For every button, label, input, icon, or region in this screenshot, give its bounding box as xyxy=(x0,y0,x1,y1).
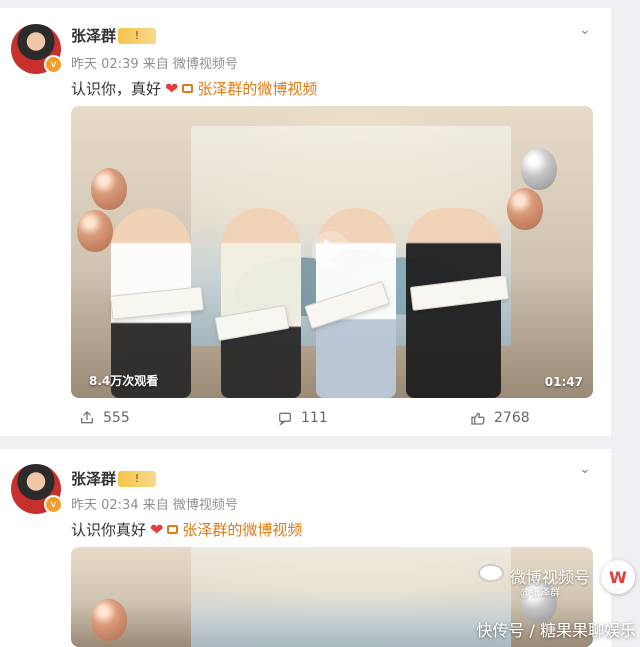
floating-action-button[interactable]: W xyxy=(601,560,635,594)
post-body: 认识你真好 xyxy=(71,521,147,539)
vip-badge: ! xyxy=(118,28,156,44)
video-icon xyxy=(182,84,194,93)
watermark-sub: @张泽群 xyxy=(520,588,560,599)
post-body: 认识你，真好 xyxy=(71,80,162,98)
post-meta: 昨天 02:34 来自 微博视频号 xyxy=(71,494,238,513)
bottom-watermark: 快传号 / 糖果果聊娱乐 xyxy=(476,621,636,640)
verified-badge-icon: v xyxy=(44,55,63,74)
comment-button[interactable]: 111 xyxy=(277,410,328,426)
post-meta: 昨天 02:39 来自 微博视频号 xyxy=(71,53,238,72)
post-time[interactable]: 昨天 02:34 xyxy=(71,498,139,513)
post-card: v 张泽群 ! 昨天 02:39 来自 微博视频号 ⌄ 认识你，真好 ❤ 张泽群… xyxy=(0,8,611,436)
avatar[interactable]: v xyxy=(11,464,63,514)
video-duration: 01:47 xyxy=(544,375,583,389)
chevron-down-icon[interactable]: ⌄ xyxy=(579,461,593,477)
video-player[interactable]: 8.4万次观看 01:47 xyxy=(71,106,593,398)
like-button[interactable]: 2768 xyxy=(470,410,530,426)
source-prefix: 来自 xyxy=(142,57,169,72)
video-link-text[interactable]: 张泽群的微博视频 xyxy=(197,78,317,99)
like-icon xyxy=(471,412,485,425)
repost-count: 555 xyxy=(103,410,130,426)
balloon xyxy=(77,210,113,252)
username[interactable]: 张泽群 xyxy=(71,25,116,46)
verified-badge-icon: v xyxy=(44,495,63,514)
balloon xyxy=(521,148,557,190)
play-icon xyxy=(324,239,342,261)
post-source[interactable]: 微博视频号 xyxy=(173,498,238,513)
username[interactable]: 张泽群 xyxy=(71,468,116,489)
share-icon xyxy=(81,411,93,424)
balloon xyxy=(507,188,543,230)
repost-button[interactable]: 555 xyxy=(79,410,130,426)
video-icon xyxy=(167,525,179,534)
video-link[interactable]: 张泽群的微博视频 xyxy=(167,519,302,540)
play-button[interactable] xyxy=(312,231,350,269)
video-link[interactable]: 张泽群的微博视频 xyxy=(182,78,317,99)
heart-emoji-icon: ❤ xyxy=(150,519,164,539)
post-text: 认识你，真好 ❤ 张泽群的微博视频 xyxy=(71,78,317,99)
heart-emoji-icon: ❤ xyxy=(165,78,179,98)
painting xyxy=(191,547,511,647)
balloon xyxy=(91,599,127,641)
weibo-logo-icon xyxy=(478,564,504,582)
vip-badge: ! xyxy=(118,471,156,487)
video-link-text[interactable]: 张泽群的微博视频 xyxy=(182,519,302,540)
post-time[interactable]: 昨天 02:39 xyxy=(71,57,139,72)
post-actions: 555 111 2768 xyxy=(0,406,611,432)
chevron-down-icon[interactable]: ⌄ xyxy=(579,22,593,38)
comment-count: 111 xyxy=(301,410,328,426)
comment-icon xyxy=(279,412,291,426)
balloon xyxy=(91,168,127,210)
wps-icon: W xyxy=(609,567,627,587)
like-count: 2768 xyxy=(494,410,530,426)
person xyxy=(221,208,301,398)
source-prefix: 来自 xyxy=(142,498,169,513)
post-source[interactable]: 微博视频号 xyxy=(173,57,238,72)
avatar[interactable]: v xyxy=(11,24,63,74)
post-text: 认识你真好 ❤ 张泽群的微博视频 xyxy=(71,519,302,540)
video-views: 8.4万次观看 xyxy=(89,374,159,388)
